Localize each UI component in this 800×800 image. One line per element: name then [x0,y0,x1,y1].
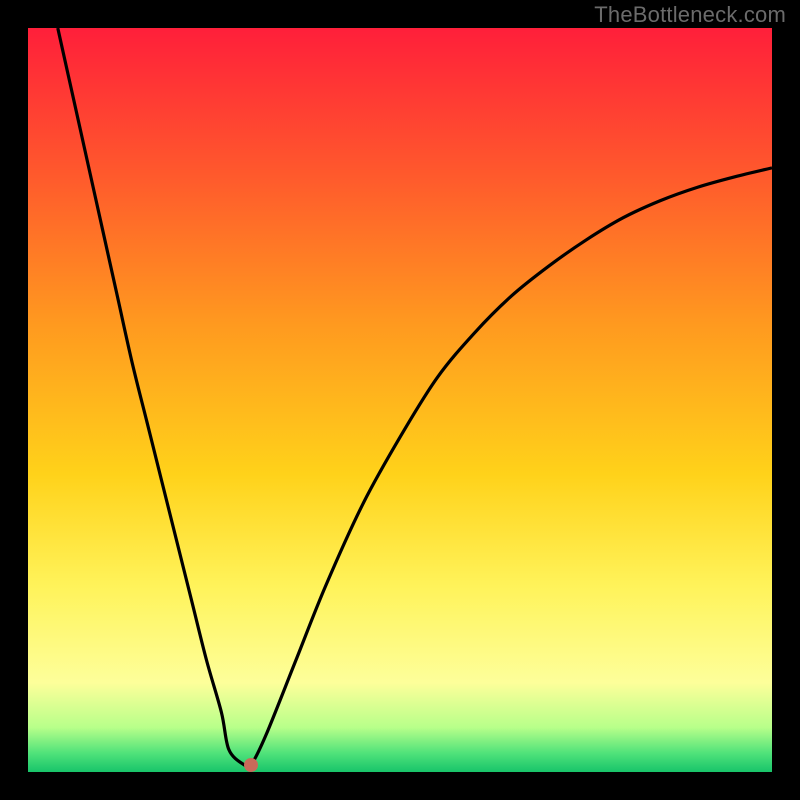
chart-frame: TheBottleneck.com [0,0,800,800]
optimal-point-marker [244,758,258,772]
plot-area [28,28,772,772]
attribution-text: TheBottleneck.com [594,2,786,28]
bottleneck-curve [58,28,772,767]
curve-layer [28,28,772,772]
